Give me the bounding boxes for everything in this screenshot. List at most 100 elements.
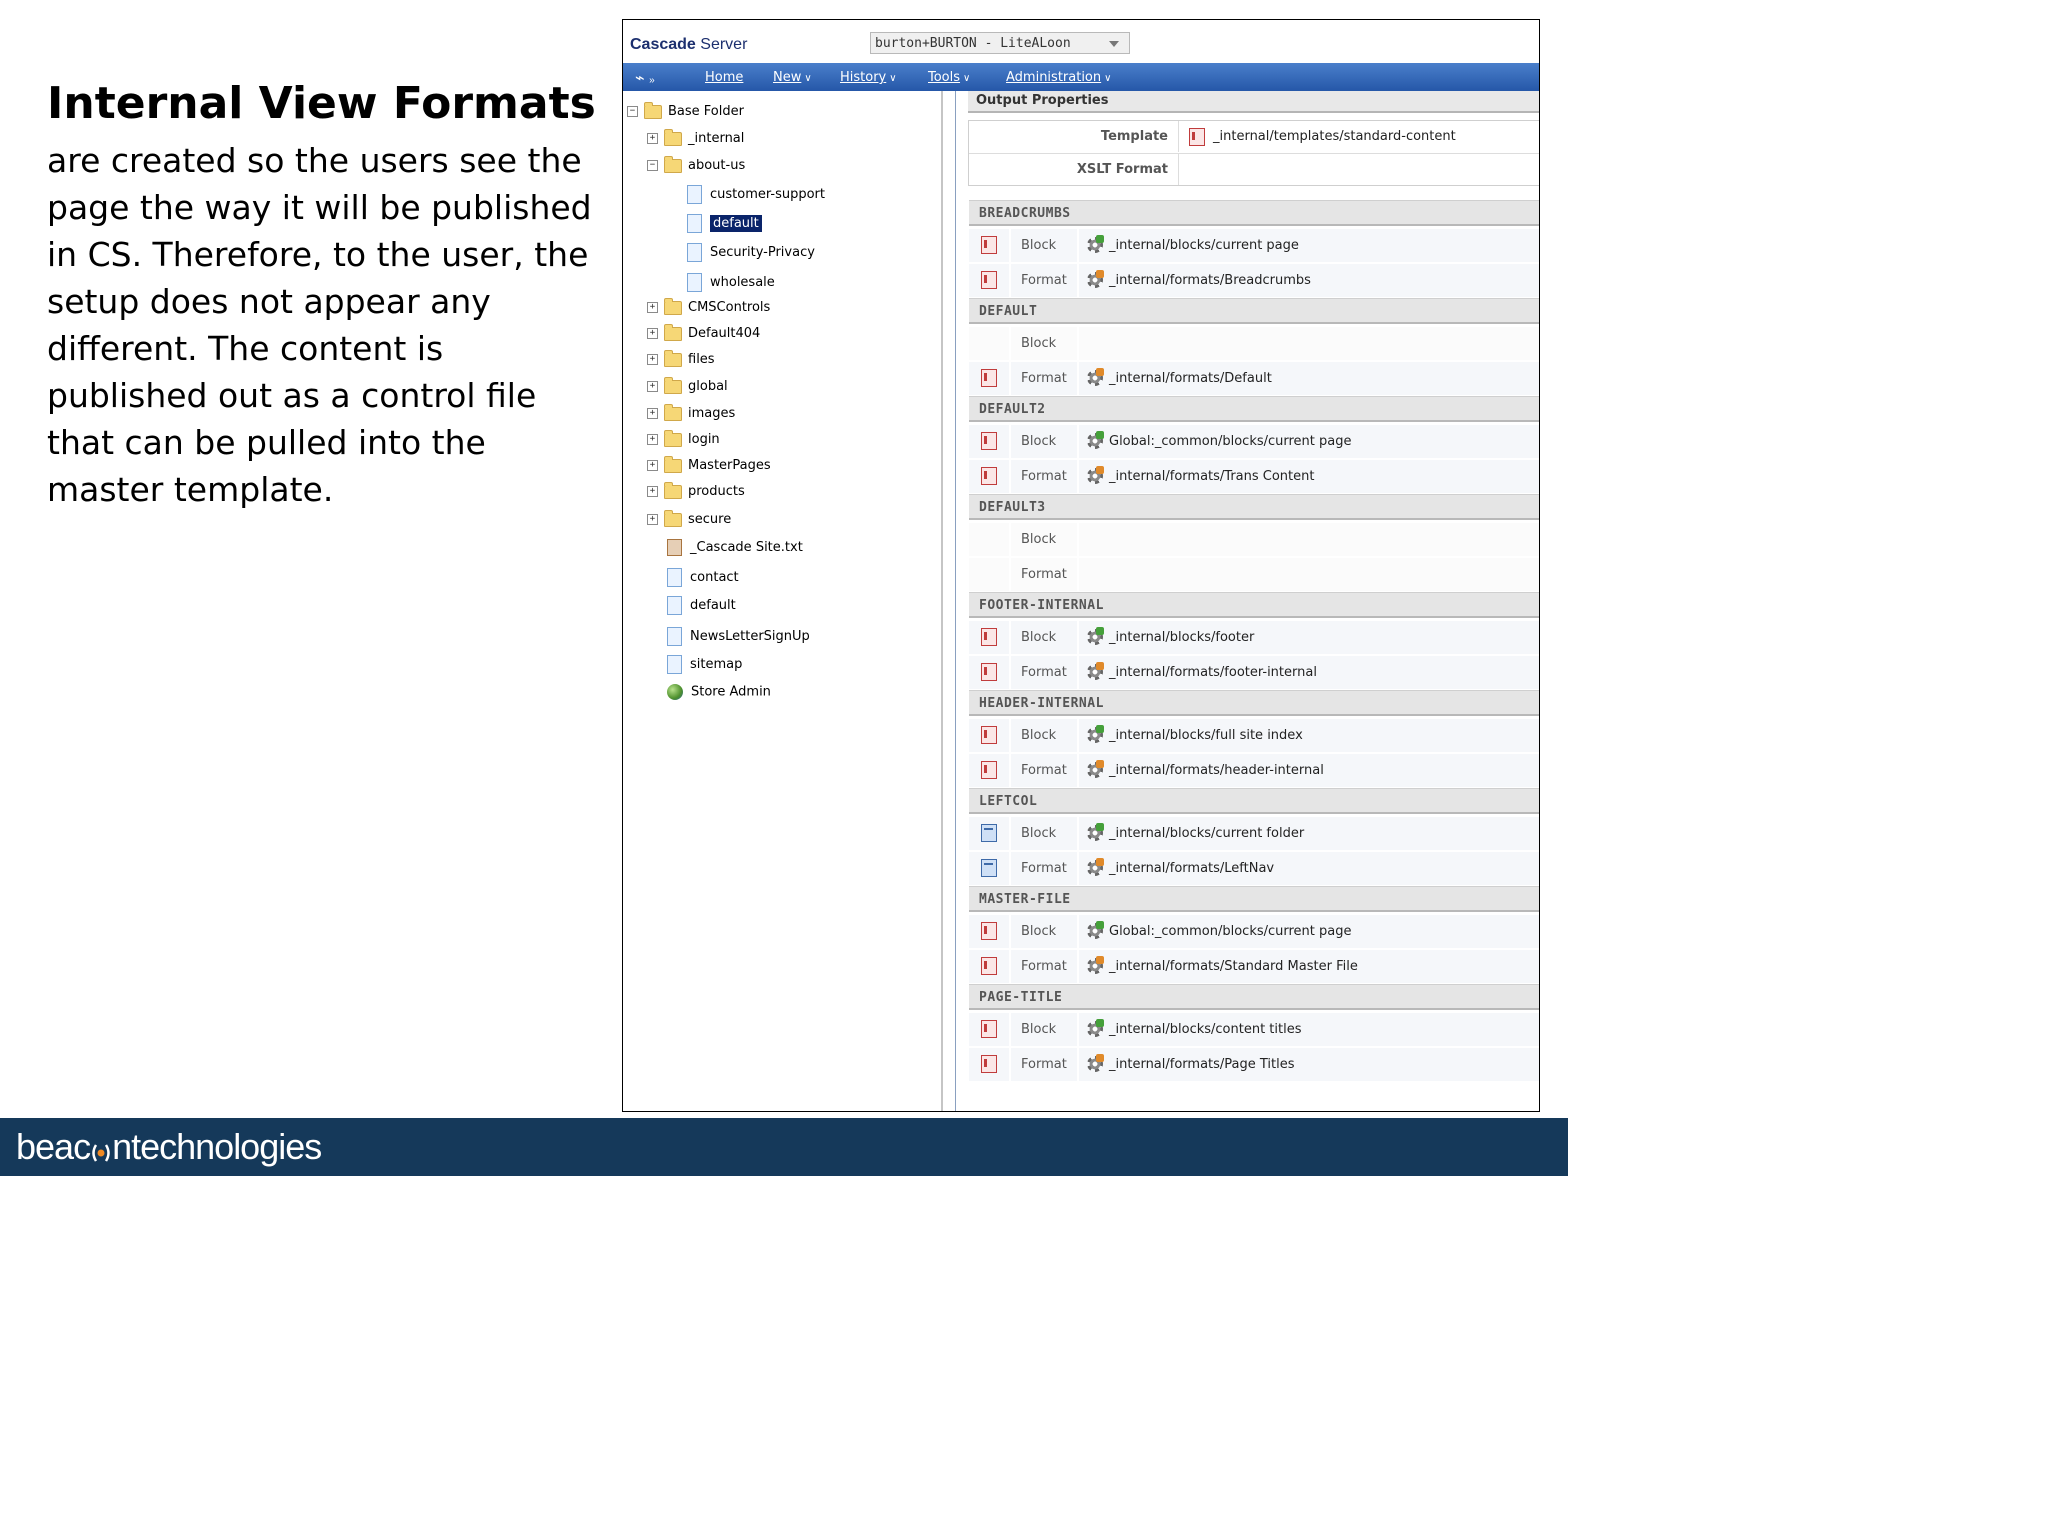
folder-icon [664, 509, 682, 527]
region-row: Block _internal/blocks/current folder [969, 816, 1539, 851]
block-icon[interactable] [981, 726, 997, 744]
tree-item[interactable]: sitemap [667, 655, 742, 677]
menu-home[interactable]: Home [705, 70, 743, 85]
format-icon[interactable] [981, 859, 997, 877]
block-gear-icon [1087, 1019, 1104, 1037]
format-icon[interactable] [981, 1055, 997, 1073]
format-gear-icon [1087, 662, 1104, 680]
tree-item[interactable]: NewsLetterSignUp [667, 627, 810, 649]
beacon-signal-icon [90, 1133, 112, 1163]
menu-history[interactable]: History ∨ [840, 70, 897, 85]
template-icon [1189, 128, 1205, 146]
tree-item[interactable]: + CMSControls [647, 297, 770, 322]
region-row-type: Format [1021, 273, 1067, 288]
block-icon[interactable] [981, 236, 997, 254]
format-gear-icon [1087, 368, 1104, 386]
tree-item[interactable]: Store Admin [667, 684, 771, 706]
tree-item[interactable]: + _internal [647, 128, 744, 153]
chevron-down-icon: ∨ [963, 73, 971, 84]
tree-item[interactable]: + MasterPages [647, 455, 771, 480]
region-row-path[interactable]: _internal/formats/Breadcrumbs [1109, 263, 1311, 298]
region-row-path[interactable]: Global:_common/blocks/current page [1109, 914, 1352, 949]
block-icon[interactable] [981, 628, 997, 646]
region-row: Format _internal/formats/Default [969, 361, 1539, 396]
region-row-path[interactable]: Global:_common/blocks/current page [1109, 424, 1352, 459]
region-row-type: Block [1021, 1022, 1057, 1037]
region-row-path[interactable]: _internal/blocks/footer [1109, 620, 1254, 655]
tree-item[interactable]: contact [667, 568, 739, 590]
menu-tools[interactable]: Tools ∨ [928, 70, 970, 85]
region-row-path[interactable]: _internal/formats/Default [1109, 361, 1272, 396]
tree-item[interactable]: + products [647, 481, 745, 506]
tree-item[interactable]: + images [647, 403, 735, 428]
expand-icon: + [647, 408, 658, 419]
region-row-path[interactable]: _internal/formats/LeftNav [1109, 851, 1274, 886]
region-row-path[interactable]: _internal/formats/header-internal [1109, 753, 1324, 788]
tree-item[interactable]: − about-us [647, 155, 745, 180]
block-gear-icon [1087, 431, 1104, 449]
slide-footer: beac ntechnologies [0, 1118, 1568, 1176]
tree-item[interactable]: + files [647, 349, 715, 374]
tree-item[interactable]: Security-Privacy [687, 243, 815, 265]
region-row: Block [969, 522, 1539, 557]
format-icon[interactable] [981, 663, 997, 681]
slide-body-line: are created so the users see the [47, 141, 582, 180]
expand-icon: + [647, 328, 658, 339]
menu-administration[interactable]: Administration ∨ [1006, 70, 1111, 85]
block-icon[interactable] [981, 922, 997, 940]
block-icon[interactable] [981, 432, 997, 450]
expand-icon: + [647, 354, 658, 365]
folder-icon [644, 101, 662, 119]
region-row-path[interactable]: _internal/formats/Trans Content [1109, 459, 1314, 494]
region-row-path[interactable]: _internal/blocks/current page [1109, 228, 1299, 263]
cascade-swirl-icon[interactable]: ⌁ » [635, 68, 655, 88]
menu-new[interactable]: New ∨ [773, 70, 812, 85]
region-row-type: Format [1021, 959, 1067, 974]
format-icon[interactable] [981, 271, 997, 289]
folder-icon [664, 323, 682, 341]
slide-body-line: different. The content is [47, 329, 444, 368]
template-label: Template [969, 121, 1179, 152]
tree-item[interactable]: customer-support [687, 185, 825, 207]
format-icon[interactable] [981, 957, 997, 975]
region-row: Format [969, 557, 1539, 592]
region-row-path[interactable]: _internal/formats/Page Titles [1109, 1047, 1295, 1082]
region-row-type: Format [1021, 469, 1067, 484]
folder-icon [664, 128, 682, 146]
tree-item[interactable]: _Cascade Site.txt [667, 539, 803, 561]
region-row-path[interactable]: _internal/blocks/full site index [1109, 718, 1303, 753]
tree-item[interactable]: + secure [647, 509, 731, 534]
tree-root[interactable]: − Base Folder [627, 101, 744, 126]
region-row-path[interactable]: _internal/blocks/current folder [1109, 816, 1304, 851]
expand-icon: + [647, 133, 658, 144]
page-icon [667, 596, 682, 615]
region-row-path[interactable]: _internal/formats/Standard Master File [1109, 949, 1358, 984]
site-selector[interactable]: burton+BURTON - LiteALoon [870, 32, 1130, 54]
region-row: Format _internal/formats/header-internal [969, 753, 1539, 788]
tree-item[interactable]: wholesale [687, 273, 775, 295]
tree-item[interactable]: + Default404 [647, 323, 760, 348]
template-value[interactable]: _internal/templates/standard-content [1213, 121, 1456, 152]
block-icon[interactable] [981, 824, 997, 842]
menu-bar: ⌁ » Home New ∨ History ∨ Tools ∨ Administra… [623, 63, 1539, 91]
format-icon[interactable] [981, 761, 997, 779]
region-row-type: Block [1021, 336, 1057, 351]
tree-item-selected[interactable]: default [687, 214, 762, 236]
region-header: BREADCRUMBS [969, 200, 1539, 226]
format-icon[interactable] [981, 369, 997, 387]
slide-body-line: published out as a control file [47, 376, 537, 415]
tree-item[interactable]: + login [647, 429, 720, 454]
page-icon [667, 568, 682, 587]
tree-item[interactable]: + global [647, 376, 728, 401]
region-header: LEFTCOL [969, 788, 1539, 814]
tree-item[interactable]: default [667, 596, 736, 618]
region-row: Block _internal/blocks/footer [969, 620, 1539, 655]
region-row-path[interactable]: _internal/blocks/content titles [1109, 1012, 1302, 1047]
format-icon[interactable] [981, 467, 997, 485]
format-gear-icon [1087, 760, 1104, 778]
region-row-path[interactable]: _internal/formats/footer-internal [1109, 655, 1317, 690]
region-row-type: Format [1021, 1057, 1067, 1072]
xslt-row: XSLT Format [969, 153, 1539, 185]
block-icon[interactable] [981, 1020, 997, 1038]
region-header: DEFAULT3 [969, 494, 1539, 520]
